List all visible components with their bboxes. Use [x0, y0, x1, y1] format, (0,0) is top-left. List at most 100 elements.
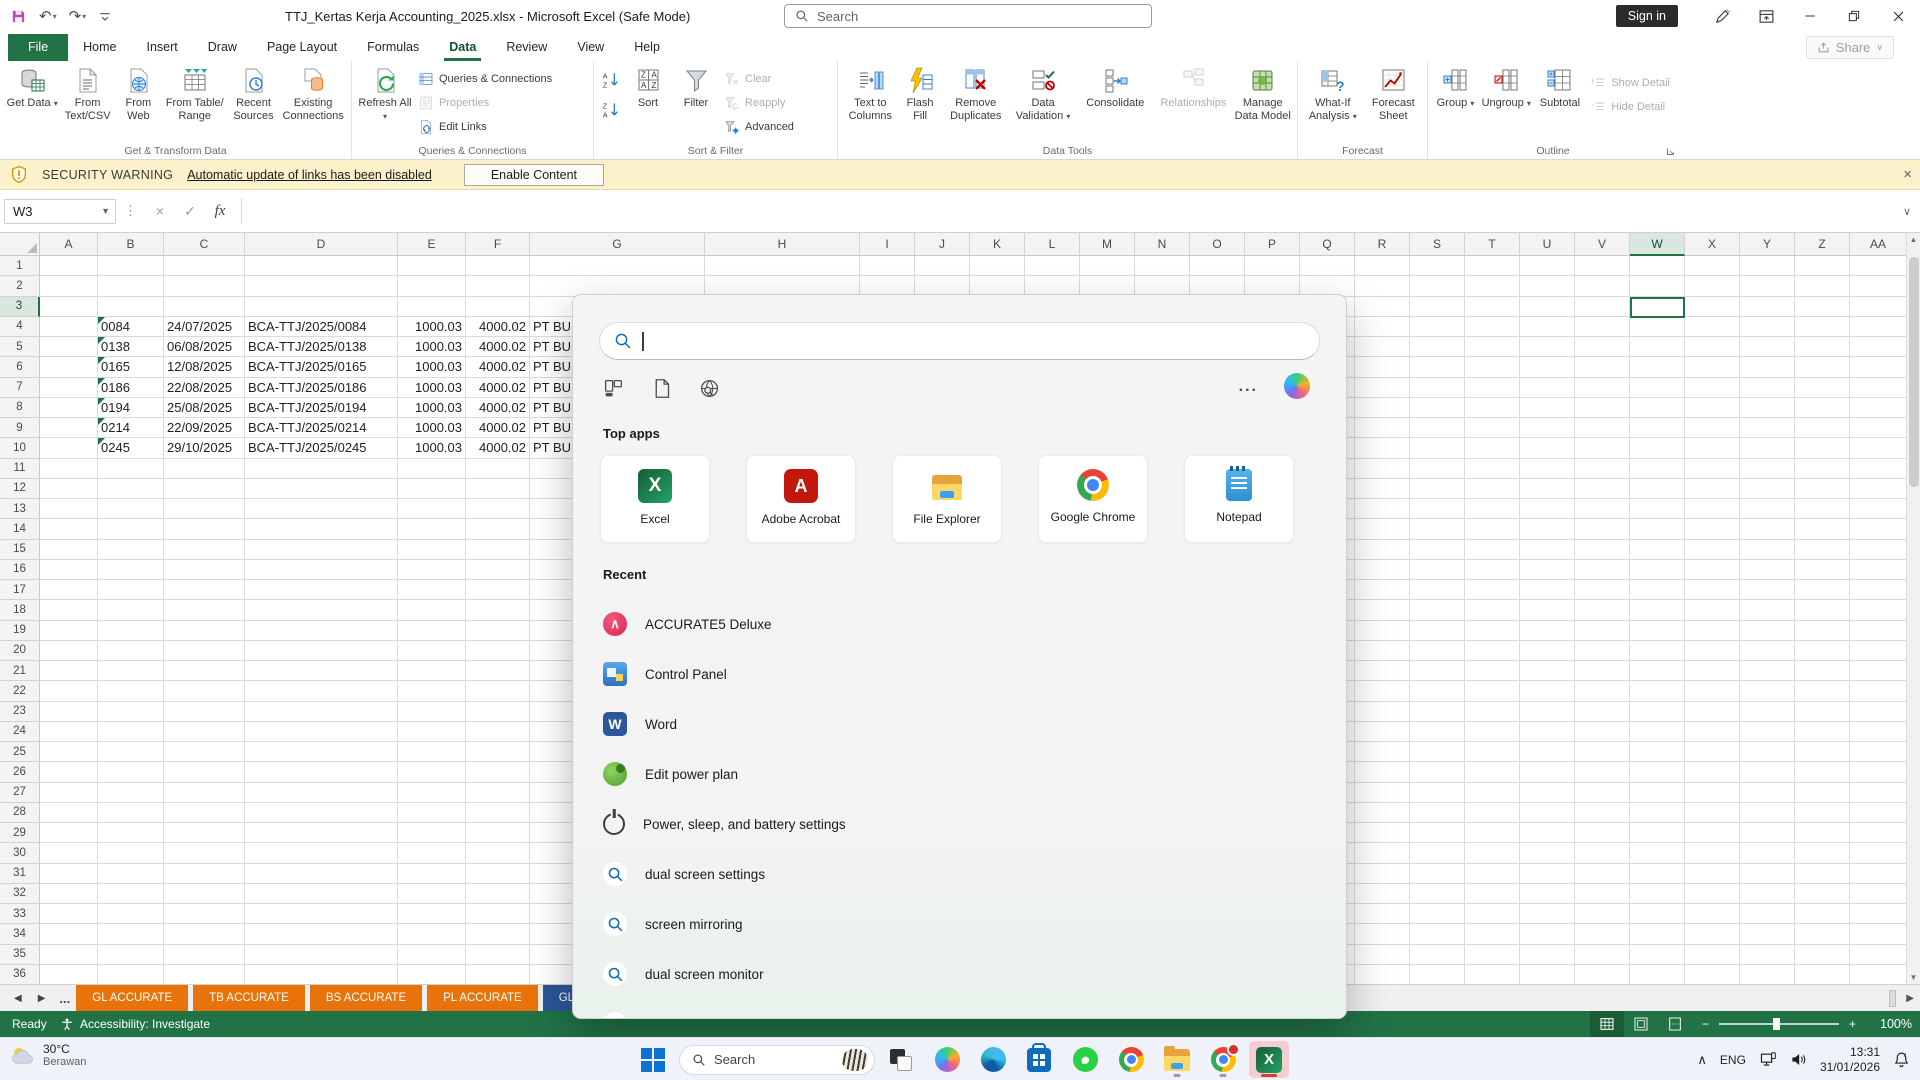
- ribbon-tab-view[interactable]: View: [562, 34, 619, 61]
- input-language[interactable]: ENG: [1720, 1053, 1746, 1067]
- cell-D8[interactable]: BCA-TTJ/2025/0194: [245, 398, 398, 418]
- cell-X32[interactable]: [1685, 884, 1740, 904]
- column-header-I[interactable]: I: [860, 233, 915, 256]
- name-box-dropdown-icon[interactable]: ▼: [101, 206, 110, 216]
- cell-U32[interactable]: [1520, 884, 1575, 904]
- cell-AA14[interactable]: [1850, 519, 1906, 539]
- cell-A20[interactable]: [40, 641, 98, 661]
- cell-W16[interactable]: [1630, 560, 1685, 580]
- row-header-15[interactable]: 15: [0, 540, 40, 560]
- cell-Y15[interactable]: [1740, 540, 1795, 560]
- cell-T15[interactable]: [1465, 540, 1520, 560]
- cell-C14[interactable]: [164, 519, 245, 539]
- cell-U1[interactable]: [1520, 256, 1575, 276]
- scroll-up-icon[interactable]: ▲: [1910, 235, 1918, 244]
- cell-Z19[interactable]: [1795, 621, 1850, 641]
- copilot-button[interactable]: [927, 1041, 967, 1078]
- cell-AA28[interactable]: [1850, 803, 1906, 823]
- column-header-P[interactable]: P: [1245, 233, 1300, 256]
- cell-V24[interactable]: [1575, 722, 1630, 742]
- cell-T4[interactable]: [1465, 317, 1520, 337]
- cell-F23[interactable]: [466, 702, 530, 722]
- column-header-Q[interactable]: Q: [1300, 233, 1355, 256]
- cell-AA27[interactable]: [1850, 783, 1906, 803]
- cell-W3[interactable]: [1630, 297, 1685, 317]
- cell-A10[interactable]: [40, 438, 98, 458]
- cell-F28[interactable]: [466, 803, 530, 823]
- cell-R2[interactable]: [1355, 276, 1410, 296]
- cell-W4[interactable]: [1630, 317, 1685, 337]
- cell-Z1[interactable]: [1795, 256, 1850, 276]
- cell-C7[interactable]: 22/08/2025: [164, 378, 245, 398]
- top-app-excel[interactable]: XExcel: [600, 455, 710, 543]
- cell-C20[interactable]: [164, 641, 245, 661]
- cell-C28[interactable]: [164, 803, 245, 823]
- cell-S15[interactable]: [1410, 540, 1465, 560]
- cell-Z24[interactable]: [1795, 722, 1850, 742]
- cell-R29[interactable]: [1355, 823, 1410, 843]
- cell-P1[interactable]: [1245, 256, 1300, 276]
- cell-R34[interactable]: [1355, 924, 1410, 944]
- row-header-18[interactable]: 18: [0, 600, 40, 620]
- cell-F26[interactable]: [466, 762, 530, 782]
- cell-E25[interactable]: [398, 742, 466, 762]
- ribbon-tab-data[interactable]: Data: [434, 34, 491, 61]
- cell-B25[interactable]: [98, 742, 164, 762]
- ribbon-tab-home[interactable]: Home: [68, 34, 131, 61]
- cell-V12[interactable]: [1575, 479, 1630, 499]
- search-more-options-icon[interactable]: ...: [1239, 378, 1258, 396]
- cell-E3[interactable]: [398, 297, 466, 317]
- cell-D15[interactable]: [245, 540, 398, 560]
- cell-D4[interactable]: BCA-TTJ/2025/0084: [245, 317, 398, 337]
- cell-R27[interactable]: [1355, 783, 1410, 803]
- cell-X5[interactable]: [1685, 337, 1740, 357]
- cell-V2[interactable]: [1575, 276, 1630, 296]
- cell-D26[interactable]: [245, 762, 398, 782]
- column-header-R[interactable]: R: [1355, 233, 1410, 256]
- cell-W15[interactable]: [1630, 540, 1685, 560]
- cell-E27[interactable]: [398, 783, 466, 803]
- cell-D33[interactable]: [245, 904, 398, 924]
- cell-Y21[interactable]: [1740, 661, 1795, 681]
- cell-AA35[interactable]: [1850, 945, 1906, 965]
- cell-X28[interactable]: [1685, 803, 1740, 823]
- cell-E16[interactable]: [398, 560, 466, 580]
- cell-D36[interactable]: [245, 965, 398, 985]
- cell-Y1[interactable]: [1740, 256, 1795, 276]
- cell-E33[interactable]: [398, 904, 466, 924]
- cell-T12[interactable]: [1465, 479, 1520, 499]
- cell-R21[interactable]: [1355, 661, 1410, 681]
- cell-C25[interactable]: [164, 742, 245, 762]
- cell-S30[interactable]: [1410, 843, 1465, 863]
- cell-C19[interactable]: [164, 621, 245, 641]
- notification-bell-icon[interactable]: z: [1893, 1051, 1910, 1068]
- cell-Y13[interactable]: [1740, 499, 1795, 519]
- cell-D30[interactable]: [245, 843, 398, 863]
- column-header-T[interactable]: T: [1465, 233, 1520, 256]
- cell-W12[interactable]: [1630, 479, 1685, 499]
- cell-S2[interactable]: [1410, 276, 1465, 296]
- cell-F24[interactable]: [466, 722, 530, 742]
- cell-V34[interactable]: [1575, 924, 1630, 944]
- advanced-filter-button[interactable]: Advanced: [720, 116, 798, 137]
- cell-B5[interactable]: 0138: [98, 337, 164, 357]
- cell-W8[interactable]: [1630, 398, 1685, 418]
- cell-B13[interactable]: [98, 499, 164, 519]
- row-header-33[interactable]: 33: [0, 904, 40, 924]
- row-header-5[interactable]: 5: [0, 337, 40, 357]
- cell-V14[interactable]: [1575, 519, 1630, 539]
- cell-E29[interactable]: [398, 823, 466, 843]
- cell-V15[interactable]: [1575, 540, 1630, 560]
- cell-F34[interactable]: [466, 924, 530, 944]
- cell-AA31[interactable]: [1850, 864, 1906, 884]
- security-warning-close-icon[interactable]: ×: [1903, 166, 1912, 183]
- recent-sources-button[interactable]: Recent Sources: [228, 64, 280, 144]
- cell-E31[interactable]: [398, 864, 466, 884]
- cell-F30[interactable]: [466, 843, 530, 863]
- cell-Z10[interactable]: [1795, 438, 1850, 458]
- cell-E28[interactable]: [398, 803, 466, 823]
- cell-S33[interactable]: [1410, 904, 1465, 924]
- properties-button[interactable]: Properties: [414, 92, 556, 113]
- cell-Z14[interactable]: [1795, 519, 1850, 539]
- cell-E30[interactable]: [398, 843, 466, 863]
